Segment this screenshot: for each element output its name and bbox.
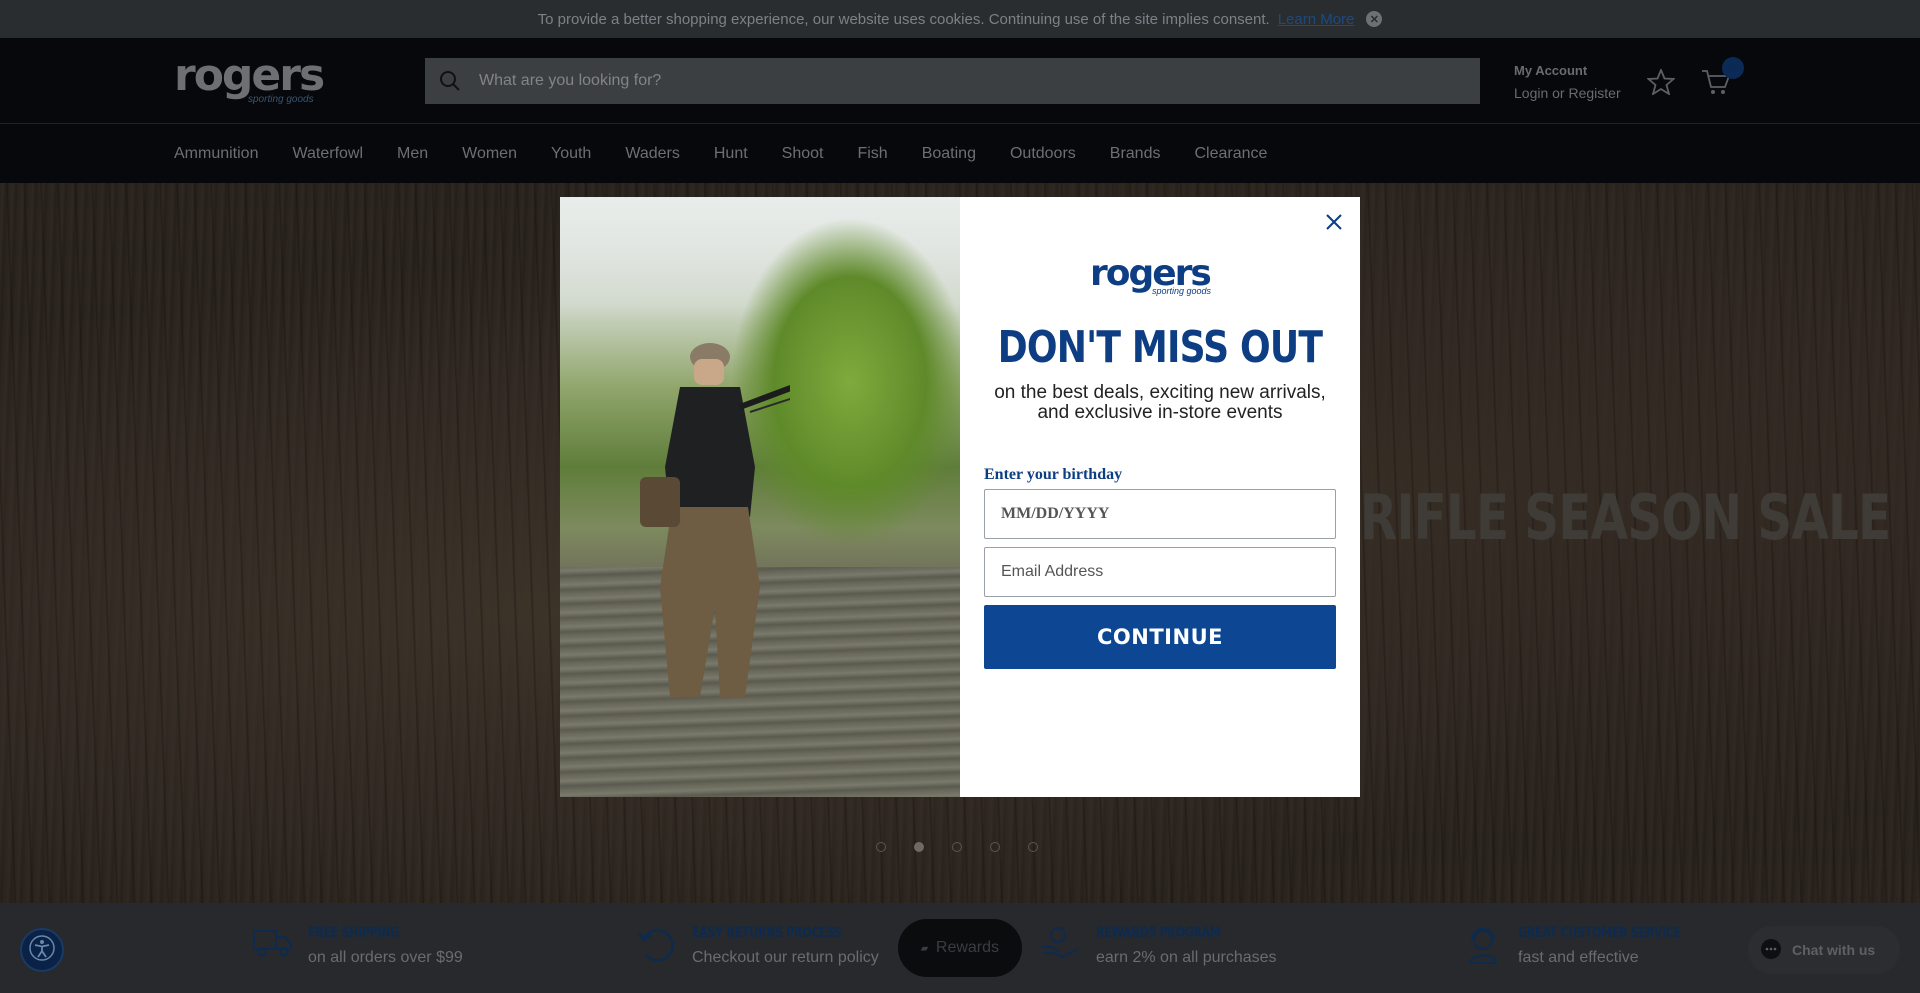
feature-text: Checkout our return policy (692, 949, 879, 966)
feature-title: REWARDS PROGRAM (1096, 925, 1221, 941)
return-arrow-icon (636, 925, 678, 970)
rewards-hand-icon (1040, 925, 1082, 968)
accessibility-icon (28, 934, 56, 967)
fisherman-photo (560, 197, 960, 797)
chat-button[interactable]: Chat with us (1748, 926, 1900, 974)
nav-item-outdoors[interactable]: Outdoors (1010, 145, 1076, 163)
truck-icon (252, 925, 294, 967)
carousel-dot-3[interactable] (952, 842, 962, 852)
nav-item-youth[interactable]: Youth (551, 145, 591, 163)
carousel-dot-2[interactable] (914, 842, 924, 852)
logo-subtitle: sporting goods (248, 94, 314, 105)
account-menu[interactable]: My Account Login or Register (1514, 60, 1621, 104)
close-modal-icon[interactable] (1318, 206, 1350, 238)
hero-headline: RIFLE SEASON SALE (1360, 481, 1891, 554)
cookie-message: To provide a better shopping experience,… (537, 10, 1270, 28)
feature-customer-service: GREAT CUSTOMER SERVICE fast and effectiv… (1462, 925, 1722, 972)
search-input[interactable] (479, 72, 1480, 90)
nav-item-fish[interactable]: Fish (857, 145, 887, 163)
search-bar (425, 58, 1480, 104)
modal-title: DON'T MISS OUT (997, 322, 1323, 373)
carousel-dots (876, 842, 1038, 852)
birthday-field[interactable] (984, 489, 1336, 539)
rewards-logo-icon: ▰ (920, 942, 928, 953)
cookie-consent-bar: To provide a better shopping experience,… (0, 0, 1920, 38)
feature-title: EASY RETURNS PROCESS (692, 925, 842, 941)
carousel-dot-4[interactable] (990, 842, 1000, 852)
modal-subtitle: on the best deals, exciting new arrivals… (960, 383, 1360, 423)
nav-item-waders[interactable]: Waders (625, 145, 680, 163)
birthday-label: Enter your birthday (984, 466, 1123, 483)
continue-button[interactable]: CONTINUE (984, 605, 1336, 669)
nav-item-shoot[interactable]: Shoot (782, 145, 824, 163)
photo-fisherman (640, 343, 790, 697)
chat-label: Chat with us (1792, 942, 1876, 958)
feature-text: earn 2% on all purchases (1096, 949, 1277, 966)
nav-item-women[interactable]: Women (462, 145, 517, 163)
nav-item-clearance[interactable]: Clearance (1194, 145, 1267, 163)
customer-service-icon (1462, 925, 1504, 972)
carousel-dot-1[interactable] (876, 842, 886, 852)
logo-wordmark: rogers (174, 50, 325, 101)
nav-item-men[interactable]: Men (397, 145, 428, 163)
carousel-dot-5[interactable] (1028, 842, 1038, 852)
learn-more-link[interactable]: Learn More (1278, 11, 1355, 28)
modal-subtitle-line2: and exclusive in-store events (1037, 402, 1283, 423)
main-navigation: Ammunition Waterfowl Men Women Youth Wad… (0, 124, 1920, 183)
site-header: rogers sporting goods My Account Login o… (0, 38, 1920, 124)
feature-easy-returns: EASY RETURNS PROCESS Checkout our return… (636, 925, 879, 970)
wishlist-star-icon[interactable] (1646, 67, 1676, 100)
rewards-label: Rewards (935, 939, 1000, 956)
account-title: My Account (1514, 63, 1588, 78)
modal-logo-subtitle: sporting goods (1152, 286, 1212, 296)
feature-title: GREAT CUSTOMER SERVICE (1518, 925, 1681, 941)
chat-bubble-icon (1760, 938, 1782, 963)
feature-text: fast and effective (1518, 949, 1639, 966)
nav-item-hunt[interactable]: Hunt (714, 145, 748, 163)
feature-rewards-program: REWARDS PROGRAM earn 2% on all purchases (1040, 925, 1277, 968)
cart-count-badge: 0 (1722, 57, 1744, 79)
close-cookie-icon[interactable]: ✕ (1366, 11, 1383, 27)
rewards-button[interactable]: ▰ Rewards (898, 919, 1022, 977)
nav-item-ammunition[interactable]: Ammunition (174, 145, 258, 163)
modal-logo: rogers sporting goods (1090, 256, 1220, 302)
search-icon[interactable] (425, 70, 475, 92)
email-field[interactable] (984, 547, 1336, 597)
feature-free-shipping: FREE SHIPPING on all orders over $99 (252, 925, 463, 967)
feature-text: on all orders over $99 (308, 949, 463, 966)
accessibility-button[interactable] (20, 928, 64, 972)
nav-item-boating[interactable]: Boating (922, 145, 976, 163)
nav-item-brands[interactable]: Brands (1110, 145, 1161, 163)
login-register-link[interactable]: Login or Register (1514, 82, 1621, 104)
site-logo[interactable]: rogers sporting goods (174, 50, 325, 108)
modal-subtitle-line1: on the best deals, exciting new arrivals… (994, 382, 1326, 403)
nav-item-waterfowl[interactable]: Waterfowl (292, 145, 363, 163)
feature-title: FREE SHIPPING (308, 925, 400, 941)
